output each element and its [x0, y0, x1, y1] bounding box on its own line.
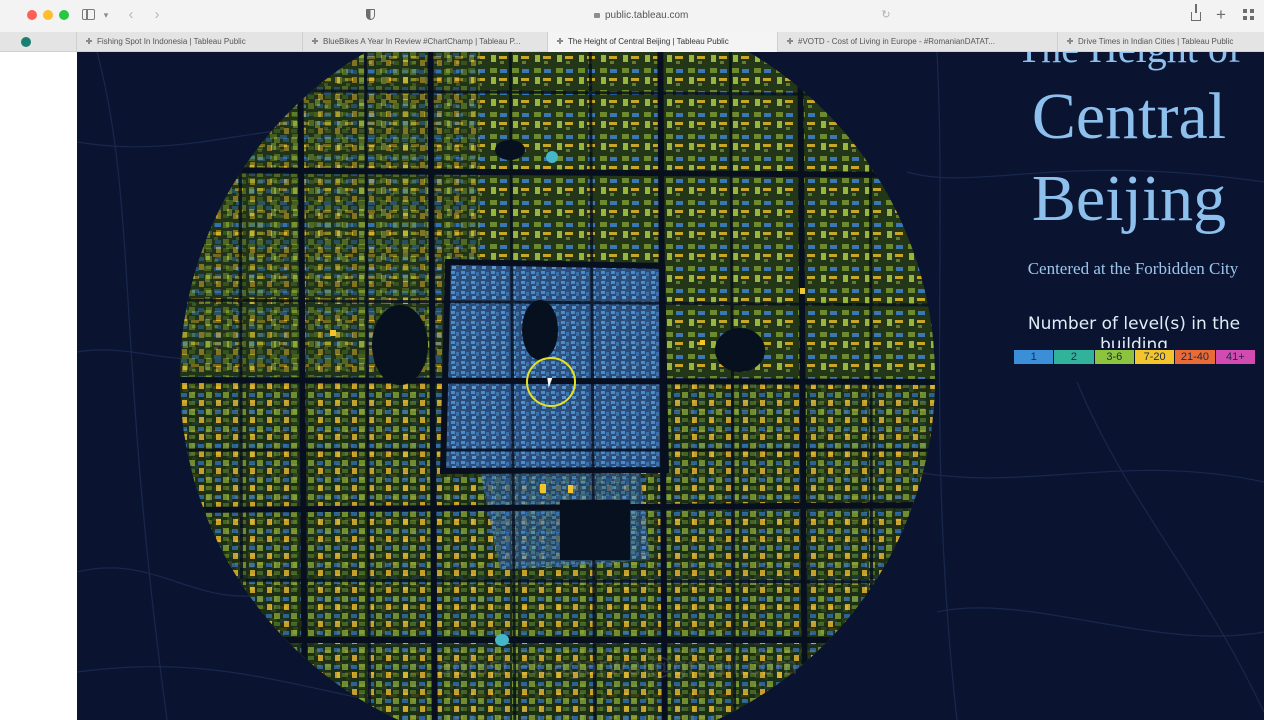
tab-favicon-icon [557, 38, 563, 44]
tab-fishing-spot[interactable]: Fishing Spot In Indonesia | Tableau Publ… [76, 32, 302, 52]
levels-legend[interactable]: 1 2 3-6 7-20 21-40 41+ [1014, 350, 1256, 364]
tab-height-of-central-beijing[interactable]: The Height of Central Beijing | Tableau … [547, 32, 777, 52]
browser-toolbar: ▾ ‹ › public.tableau.com ↻ + [0, 0, 1264, 32]
legend-item[interactable]: 7-20 [1134, 350, 1176, 364]
legend-title: Number of level(s) in the building [1027, 314, 1241, 348]
close-window-button[interactable] [27, 10, 37, 20]
plus-icon[interactable]: + [1214, 6, 1228, 24]
back-icon[interactable]: ‹ [124, 6, 138, 24]
legend-item[interactable]: 21-40 [1175, 350, 1216, 364]
tab-bluebikes[interactable]: BlueBikes A Year In Review #ChartChamp |… [302, 32, 547, 52]
chevron-down-icon[interactable]: ▾ [101, 6, 111, 24]
sidebar-icon[interactable] [82, 6, 96, 24]
pinned-tab-icon[interactable] [21, 37, 31, 47]
legend-item[interactable]: 2 [1054, 350, 1095, 364]
window-edge [1264, 0, 1280, 720]
forward-icon[interactable]: › [150, 6, 164, 24]
viz-subtitle: Centered at the Forbidden City [1027, 259, 1239, 278]
tab-favicon-icon [1067, 38, 1073, 44]
tab-favicon-icon [86, 38, 92, 44]
share-icon[interactable] [1189, 4, 1203, 24]
tab-favicon-icon [787, 38, 793, 44]
watermark: abhishek.agarwal@gmail.com [437, 652, 798, 680]
tab-favicon-icon [312, 38, 318, 44]
legend-item[interactable]: 3-6 [1094, 350, 1135, 364]
shield-icon[interactable] [364, 6, 376, 24]
url-text: public.tableau.com [605, 10, 689, 21]
tab-cost-of-living[interactable]: #VOTD - Cost of Living in Europe - #Roma… [777, 32, 1057, 52]
minimize-window-button[interactable] [43, 10, 53, 20]
zoom-window-button[interactable] [59, 10, 69, 20]
tab-overview-icon[interactable] [1241, 6, 1255, 24]
tab-drive-times[interactable]: Drive Times in Indian Cities | Tableau P… [1057, 32, 1264, 52]
legend-item[interactable]: 1 [1014, 350, 1055, 364]
tableau-viz[interactable]: The Height of Central Beijing Centered a… [77, 52, 1264, 720]
tab-bar: Fishing Spot In Indonesia | Tableau Publ… [0, 32, 1264, 52]
legend-item[interactable]: 41+ [1215, 350, 1256, 364]
reload-icon[interactable]: ↻ [880, 6, 892, 24]
lock-icon [594, 13, 600, 18]
viz-title-main: Central Beijing [1031, 80, 1227, 235]
viz-title-top: The Height of [997, 52, 1261, 72]
address-bar[interactable]: public.tableau.com [594, 8, 688, 24]
